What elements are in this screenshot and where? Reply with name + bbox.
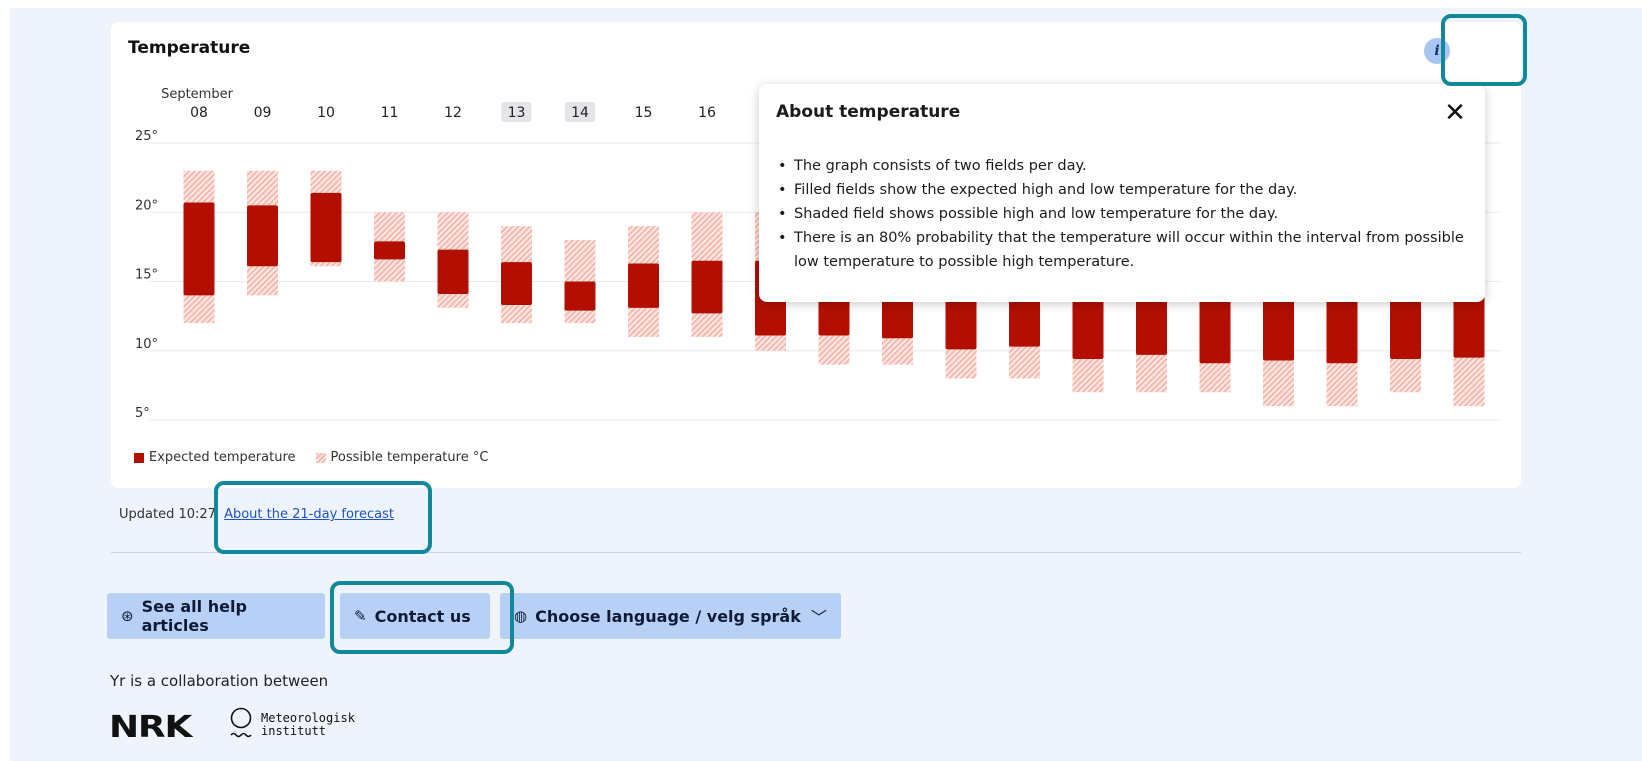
- chart-legend: Expected temperature Possible temperatur…: [134, 450, 488, 465]
- updated-info: Updated 10:27 About the 21-day forecast: [119, 507, 394, 522]
- lifebuoy-icon: ⊛: [121, 607, 134, 625]
- y-tick-label: 20°: [135, 198, 158, 213]
- expected-temp-bar: [564, 281, 596, 311]
- help-articles-button[interactable]: ⊛ See all help articles: [107, 593, 325, 639]
- popover-bullet: Filled fields show the expected high and…: [776, 178, 1466, 202]
- expected-temp-bar: [374, 241, 405, 260]
- met-logo-line2: institutt: [261, 724, 327, 738]
- globe-icon: ◍: [514, 607, 528, 625]
- day-label: 11: [381, 105, 399, 121]
- chevron-down-icon: ﹀: [810, 608, 827, 627]
- met-institute-logo[interactable]: Meteorologisk institutt: [229, 707, 355, 741]
- language-label: Choose language / velg språk: [535, 606, 801, 626]
- day-label: 12: [444, 105, 462, 121]
- met-logo-text: Meteorologisk institutt: [261, 712, 355, 738]
- expected-temp-bar: [691, 260, 723, 314]
- help-articles-label: See all help articles: [141, 597, 247, 635]
- divider: [111, 552, 1521, 553]
- info-icon[interactable]: i: [1424, 38, 1450, 64]
- day-label: 15: [635, 105, 653, 121]
- day-label: 09: [254, 105, 272, 121]
- card-title: Temperature: [128, 38, 251, 58]
- close-icon[interactable]: ✕: [1443, 100, 1467, 126]
- y-tick-label: 15°: [135, 268, 158, 283]
- legend-expected-label: Expected temperature: [149, 450, 296, 465]
- day-label: 10: [317, 105, 335, 121]
- nrk-logo[interactable]: NRK: [109, 710, 192, 745]
- month-label: September: [161, 87, 234, 102]
- expected-temp-bar: [628, 263, 659, 308]
- possible-legend-swatch: [315, 452, 326, 463]
- popover-title: About temperature: [776, 102, 961, 122]
- popover-bullet: There is an 80% probability that the tem…: [776, 226, 1466, 274]
- met-logo-icon: [230, 707, 252, 738]
- popover-bullet: Shaded field shows possible high and low…: [776, 202, 1466, 226]
- forecast-info-link[interactable]: About the 21-day forecast: [224, 507, 394, 522]
- expected-temp-bar: [183, 202, 215, 296]
- popover-bullet-list: The graph consists of two fields per day…: [776, 154, 1466, 274]
- collaboration-text: Yr is a collaboration between: [110, 672, 329, 690]
- legend-possible-label: Possible temperature °C: [330, 450, 489, 465]
- expected-legend-swatch: [134, 452, 144, 463]
- y-tick-label: 25°: [135, 129, 158, 144]
- language-button[interactable]: ◍ Choose language / velg språk ﹀: [500, 593, 841, 639]
- day-label: 16: [698, 105, 716, 121]
- y-tick-label: 10°: [135, 337, 158, 352]
- pencil-icon: ✎: [354, 607, 367, 625]
- day-label: 13: [508, 105, 526, 121]
- about-temperature-popover: About temperature ✕ The graph consists o…: [759, 84, 1485, 302]
- expected-temp-bar: [501, 262, 532, 306]
- contact-button[interactable]: ✎ Contact us: [340, 593, 490, 639]
- updated-time: Updated 10:27: [119, 507, 216, 522]
- expected-temp-bar: [310, 192, 342, 263]
- contact-label: Contact us: [374, 606, 471, 626]
- popover-bullet: The graph consists of two fields per day…: [776, 154, 1466, 178]
- day-label: 08: [190, 105, 208, 121]
- expected-temp-bar: [247, 205, 278, 267]
- expected-temp-bar: [437, 249, 469, 294]
- y-tick-label: 5°: [135, 406, 150, 421]
- day-label: 14: [571, 105, 589, 121]
